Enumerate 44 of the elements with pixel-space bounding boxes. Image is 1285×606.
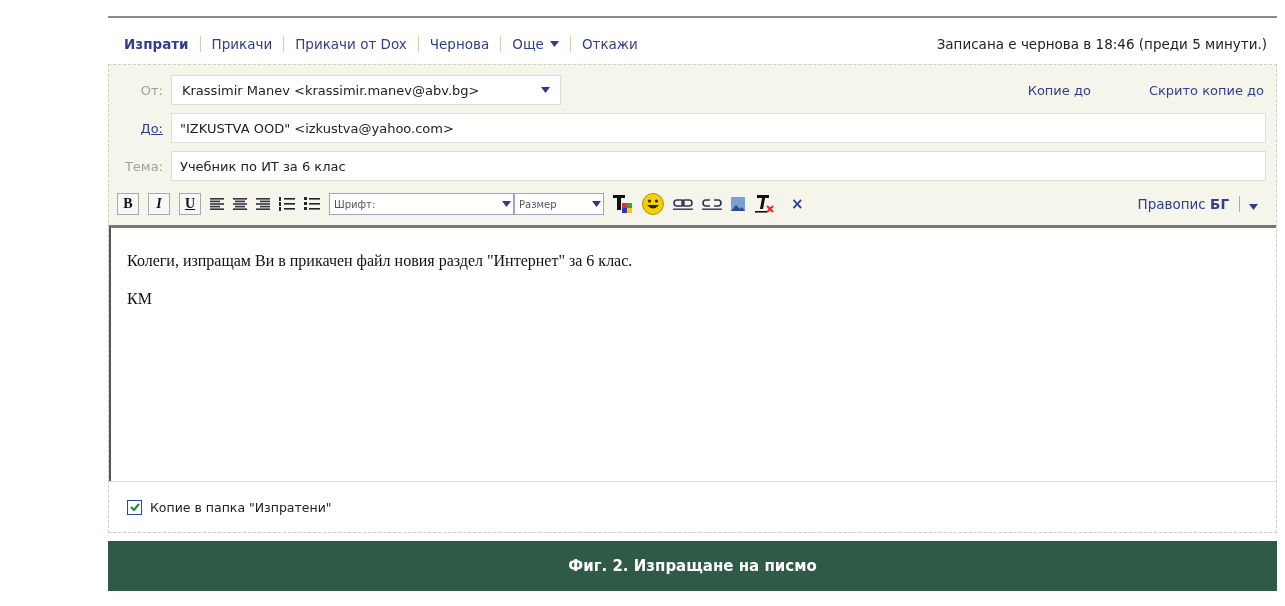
action-link[interactable]: Прикачи от Dox [283, 36, 418, 52]
sender-dropdown[interactable]: Krassimir Manev <krassimir.manev@abv.bg> [171, 75, 561, 105]
image-icon[interactable] [731, 197, 745, 211]
field-label: Тема: [123, 158, 163, 174]
recipient-field[interactable]: "IZKUSTVA OOD" <izkustva@yahoo.com> [171, 113, 1266, 143]
caret-icon [502, 201, 511, 207]
caret-icon [549, 41, 559, 47]
message-text: Колеги, изпращам Ви в прикачен файл новия раздел "Интернет" за 6 клас. [127, 252, 634, 270]
message-text: КМ [127, 290, 153, 308]
checkbox-label: Копие в папка "Изпратени" [150, 499, 332, 515]
format-button[interactable]: U [179, 193, 201, 215]
action-link[interactable]: Прикачи [199, 36, 284, 52]
unlink-icon[interactable] [702, 198, 722, 210]
bullet-list-icon[interactable] [304, 197, 320, 211]
size-select[interactable]: Размер [514, 193, 604, 215]
close-mark[interactable]: × [791, 195, 804, 213]
action-link[interactable]: Изпрати [124, 36, 200, 52]
cc-link[interactable]: Скрито копие до [1148, 82, 1264, 98]
smiley-icon[interactable] [642, 193, 664, 215]
spellcheck-link[interactable]: Правопис БГ [1137, 196, 1240, 212]
format-button[interactable]: B [117, 193, 139, 215]
figure-caption: Фиг. 2. Изпращане на писмо [108, 541, 1277, 591]
caret-icon [1249, 203, 1258, 210]
recipient-link[interactable]: До: [117, 120, 163, 136]
action-link[interactable]: Чернова [417, 36, 501, 52]
message-editor[interactable]: Колеги, изпращам Ви в прикачен файл новия раздел "Интернет" за 6 клас. КМ [109, 225, 1276, 481]
numbered-list-icon[interactable] [279, 197, 295, 211]
font-select[interactable]: Шрифт: [329, 193, 514, 215]
draft-status: Записана е чернова в 18:46 (преди 5 минути.) [936, 36, 1267, 52]
align-right-icon[interactable] [256, 197, 270, 211]
align-center-icon[interactable] [233, 197, 247, 211]
cc-link[interactable]: Копие до [1027, 82, 1091, 98]
subject-field[interactable]: Учебник по ИТ за 6 клас [171, 151, 1266, 181]
format-button[interactable]: I [148, 193, 170, 215]
menu-link[interactable]: Още [500, 36, 570, 52]
text-color-icon[interactable] [613, 195, 633, 213]
save-copy-checkbox[interactable] [127, 499, 142, 515]
link-icon[interactable] [673, 198, 693, 210]
caret-icon [541, 87, 550, 93]
field-label: От: [139, 82, 163, 98]
align-left-icon[interactable] [210, 197, 224, 211]
clear-format-icon[interactable] [754, 194, 774, 214]
action-link[interactable]: Откажи [569, 36, 649, 52]
caret-icon [592, 201, 601, 207]
